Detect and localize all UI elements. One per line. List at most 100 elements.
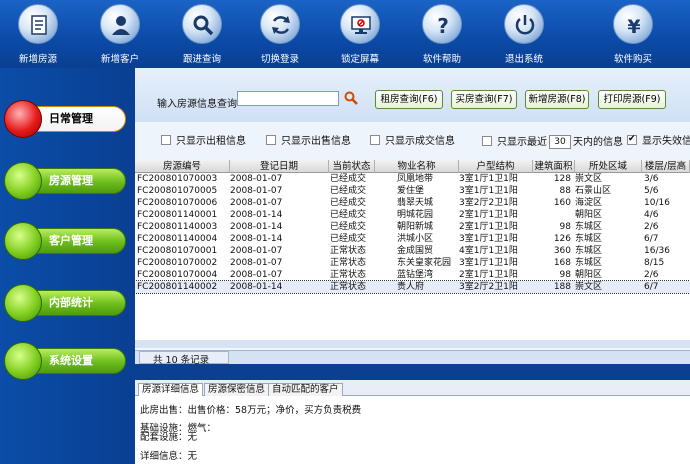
print-property-button[interactable]: 打印房源(F9) <box>598 90 666 109</box>
table-cell: 翡翠天城 <box>397 198 434 208</box>
toolbar-label: 软件帮助 <box>422 54 461 65</box>
table-cell: FC200801140002 <box>137 282 218 292</box>
table-cell: 朝阳区 <box>575 210 603 220</box>
table-cell: 已经成交 <box>330 222 367 232</box>
tab-property-details[interactable]: 房源详细信息 <box>138 383 204 396</box>
table-cell: 金成国贸 <box>397 246 434 256</box>
table-row[interactable]: FC200801070003 2008-01-07 已经成交 凤凰地带 3室1厅1卫1阳… <box>135 173 690 185</box>
table-cell: 2008-01-14 <box>230 210 283 220</box>
property-table: 房源编号 登记日期 当前状态 物业名称 户型结构 建筑面积 所处区域 楼层/层高… <box>134 160 690 348</box>
buy-software-button[interactable]: ¥ 软件购买 <box>593 2 673 66</box>
table-cell: 东城区 <box>575 246 603 256</box>
table-cell: 东城区 <box>575 234 603 244</box>
nav-property-management[interactable]: 房源管理 <box>4 162 126 200</box>
toolbar-label: 退出系统 <box>504 54 543 65</box>
rent-query-button[interactable]: 租房查询(F6) <box>375 90 443 109</box>
table-cell: 3室2厅2卫1阳 <box>459 282 518 292</box>
table-row[interactable]: FC200801140003 2008-01-14 已经成交 朝阳新城 2室1厅1卫1阳… <box>135 221 690 233</box>
table-cell <box>533 209 571 221</box>
table-row[interactable]: FC200801070006 2008-01-07 已经成交 翡翠天城 3室2厅2卫1阳… <box>135 197 690 209</box>
main-toolbar: 新增房源 新增客户 跟进查询 切换登录 锁定屏幕 ? 软件帮助 退出系统 ¥ 软… <box>0 0 690 68</box>
table-cell: 8/15 <box>644 258 665 268</box>
search-icon[interactable] <box>343 90 359 106</box>
table-cell: 188 <box>553 282 571 292</box>
switch-login-button[interactable]: 切换登录 <box>240 2 320 66</box>
deal-only-checkbox[interactable]: 只显示成交信息 <box>370 135 455 149</box>
table-cell: 88 <box>559 186 571 196</box>
table-cell: 爱住堡 <box>397 186 425 196</box>
column-header[interactable]: 物业名称 <box>375 160 459 173</box>
table-cell: 2008-01-14 <box>230 234 283 244</box>
table-cell: 正常状态 <box>330 246 367 256</box>
table-row[interactable]: FC200801140001 2008-01-14 已经成交 明城花园 2室1厅1卫1阳… <box>135 209 690 221</box>
column-header[interactable]: 建筑面积 <box>533 160 575 173</box>
table-cell: 已经成交 <box>330 174 367 184</box>
add-property-button[interactable]: 新增房源 <box>0 2 78 66</box>
table-cell: FC200801070004 <box>137 270 218 280</box>
table-row[interactable]: FC200801140002 2008-01-14 正常状态 贵人府 3室2厅2卫1阳 1… <box>134 280 690 294</box>
column-header[interactable]: 登记日期 <box>230 160 329 173</box>
splitter[interactable] <box>135 364 690 380</box>
column-header[interactable]: 房源编号 <box>135 160 230 173</box>
exit-system-button[interactable]: 退出系统 <box>484 2 564 66</box>
table-row[interactable]: FC200801070001 2008-01-07 正常状态 金成国贸 4室1厅1卫1阳… <box>135 245 690 257</box>
detail-tabs: 房源详细信息 房源保密信息 自动匹配的客户 <box>135 380 690 396</box>
toolbar-label: 锁定屏幕 <box>340 54 379 65</box>
lock-screen-button[interactable]: 锁定屏幕 <box>320 2 400 66</box>
table-cell: 已经成交 <box>330 210 367 220</box>
table-cell: 10/16 <box>644 198 670 208</box>
add-property-f8-button[interactable]: 新增房源(F8) <box>525 90 589 109</box>
table-cell: 贵人府 <box>397 282 425 292</box>
toolbar-label: 新增房源 <box>18 54 57 65</box>
column-header[interactable]: 户型结构 <box>459 160 533 173</box>
table-cell: 石景山区 <box>575 186 612 196</box>
table-cell: 已经成交 <box>330 198 367 208</box>
follow-up-query-button[interactable]: 跟进查询 <box>162 2 242 66</box>
help-button[interactable]: ? 软件帮助 <box>402 2 482 66</box>
nav-customer-management[interactable]: 客户管理 <box>4 222 126 260</box>
table-cell: 2室1厅1卫1阳 <box>459 210 518 220</box>
document-icon <box>18 4 58 44</box>
sale-only-checkbox[interactable]: 只显示出售信息 <box>266 135 351 149</box>
tab-matched-customers[interactable]: 自动匹配的客户 <box>268 383 343 396</box>
table-row[interactable]: FC200801070005 2008-01-07 已经成交 爱住堡 3室1厅1卫1阳 8… <box>135 185 690 197</box>
table-cell: 128 <box>553 174 571 184</box>
rent-only-checkbox[interactable]: 只显示出租信息 <box>161 135 246 149</box>
toolbar-label: 跟进查询 <box>182 54 221 65</box>
table-cell: 2008-01-07 <box>230 186 283 196</box>
add-customer-button[interactable]: 新增客户 <box>80 2 160 66</box>
table-row[interactable]: FC200801070004 2008-01-07 正常状态 蓝钻堡湾 2室1厅1卫1阳… <box>135 269 690 281</box>
table-header: 房源编号 登记日期 当前状态 物业名称 户型结构 建筑面积 所处区域 楼层/层高 <box>135 160 690 173</box>
green-ball-icon <box>4 342 42 380</box>
toolbar-label: 软件购买 <box>613 54 652 65</box>
table-row[interactable]: FC200801140004 2008-01-14 已经成交 洪城小区 3室1厅1卫1阳… <box>135 233 690 245</box>
recent-only-checkbox[interactable]: 只显示最近 30 天内的信息 <box>482 135 623 149</box>
table-row[interactable]: FC200801070002 2008-01-07 正常状态 东关皇家花园 3室1厅1卫… <box>135 257 690 269</box>
sidebar: 日常管理 房源管理 客户管理 内部统计 系统设置 <box>0 68 135 464</box>
nav-daily-management[interactable]: 日常管理 <box>4 100 126 138</box>
column-header[interactable]: 所处区域 <box>575 160 642 173</box>
table-cell: 正常状态 <box>330 258 367 268</box>
tab-property-confidential[interactable]: 房源保密信息 <box>204 383 270 396</box>
filter-bar: 只显示出租信息 只显示出售信息 只显示成交信息 只显示最近30天内的信息 显示失… <box>135 122 690 160</box>
table-cell: FC200801070005 <box>137 186 218 196</box>
user-icon <box>100 4 140 44</box>
nav-system-settings[interactable]: 系统设置 <box>4 342 126 380</box>
column-header[interactable]: 当前状态 <box>329 160 375 173</box>
recent-days-input[interactable]: 30 <box>549 135 571 149</box>
column-header[interactable]: 楼层/层高 <box>642 160 690 173</box>
table-cell: FC200801140003 <box>137 222 218 232</box>
table-cell: 2室1厅1卫1阳 <box>459 222 518 232</box>
table-cell: 洪城小区 <box>397 234 434 244</box>
buy-query-button[interactable]: 买房查询(F7) <box>451 90 517 109</box>
show-lapsed-checkbox[interactable]: 显示失效信 <box>627 133 690 149</box>
table-cell: 2008-01-07 <box>230 270 283 280</box>
table-cell: 2/6 <box>644 270 659 280</box>
table-cell: FC200801070003 <box>137 174 218 184</box>
red-ball-icon <box>4 100 42 138</box>
green-ball-icon <box>4 222 42 260</box>
nav-internal-statistics[interactable]: 内部统计 <box>4 284 126 322</box>
search-input[interactable] <box>237 91 339 106</box>
search-bar: 输入房源信息查询 租房查询(F6) 买房查询(F7) 新增房源(F8) 打印房源… <box>135 68 690 122</box>
table-cell: 4室1厅1卫1阳 <box>459 246 518 256</box>
